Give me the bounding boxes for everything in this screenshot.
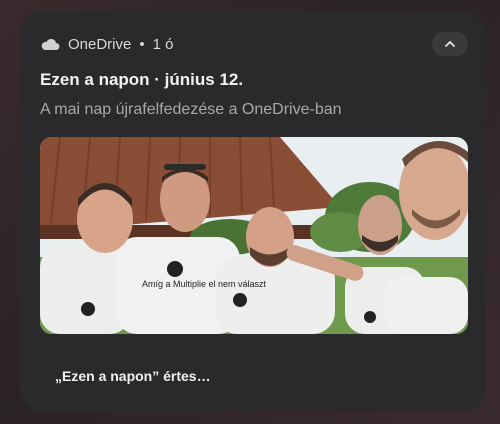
notification-header: OneDrive • 1 ó [40, 34, 173, 54]
notification-subtitle: A mai nap újrafelfedezése a OneDrive-ban [40, 101, 342, 118]
app-name: OneDrive [68, 35, 132, 53]
cloud-icon [41, 38, 60, 50]
notification-title: Ezen a napon · június 12. [40, 70, 244, 89]
action-button[interactable]: „Ezen a napon” értes… [55, 368, 211, 384]
collapse-button[interactable] [432, 32, 468, 56]
photo-image: Amíg a Multiplie el nem választ [40, 137, 468, 334]
chevron-up-icon [445, 41, 455, 47]
header-separator: • [139, 35, 145, 53]
notification-card[interactable]: OneDrive • 1 ó Ezen a napon · június 12.… [20, 12, 486, 412]
memory-photo[interactable]: Amíg a Multiplie el nem választ [40, 137, 468, 334]
shirt-text: Amíg a Multiplie el nem választ [142, 279, 267, 289]
notification-time: 1 ó [152, 35, 174, 53]
